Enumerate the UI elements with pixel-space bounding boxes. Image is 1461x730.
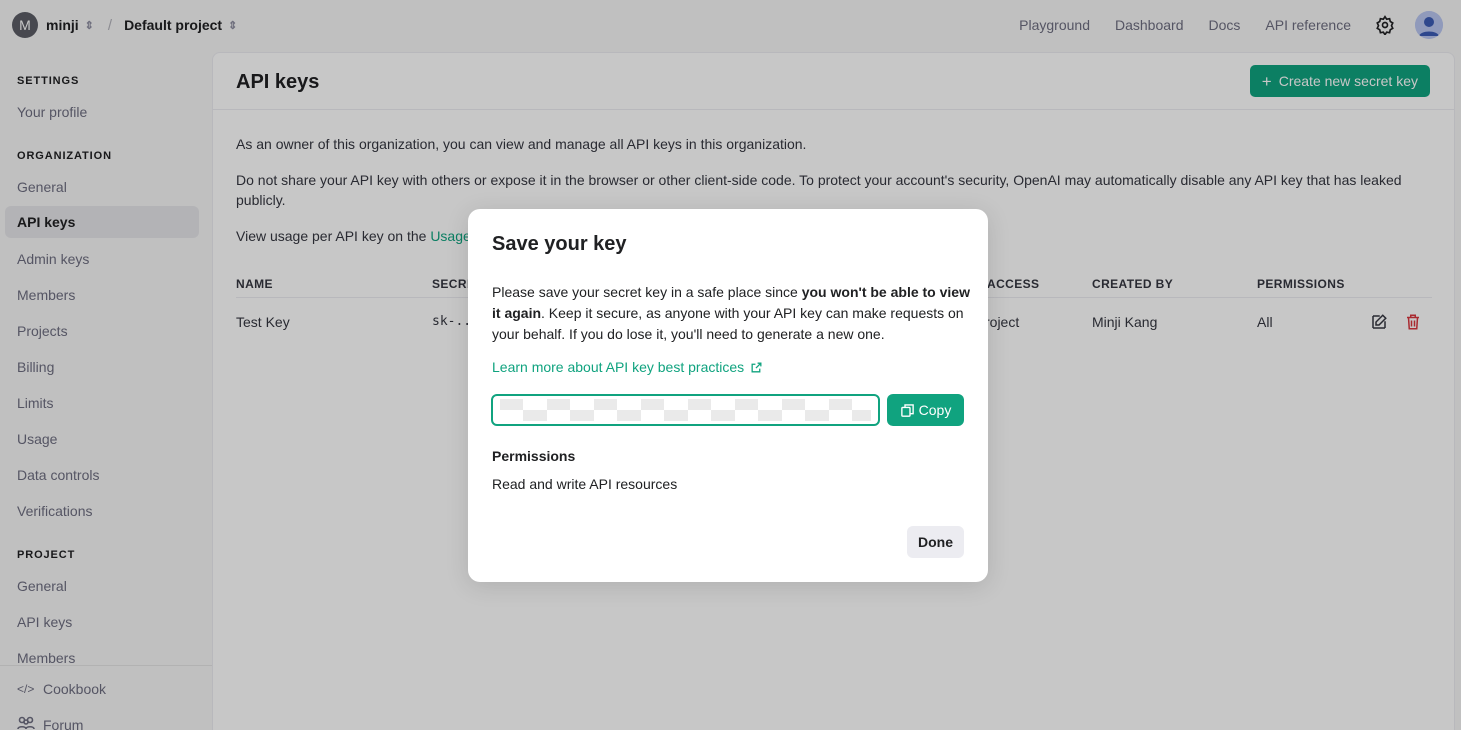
- copy-label: Copy: [918, 402, 952, 418]
- copy-icon: [900, 403, 914, 417]
- copy-button[interactable]: Copy: [887, 394, 964, 426]
- secret-key-redacted: [500, 399, 871, 421]
- done-button[interactable]: Done: [907, 526, 964, 558]
- dialog-description: Please save your secret key in a safe pl…: [492, 282, 972, 345]
- dialog-text-part2: . Keep it secure, as anyone with your AP…: [492, 305, 964, 342]
- dialog-title: Save your key: [492, 233, 627, 255]
- dialog-text-part1: Please save your secret key in a safe pl…: [492, 284, 802, 300]
- external-link-icon: [751, 362, 762, 372]
- best-practices-label: Learn more about API key best practices: [492, 359, 745, 375]
- permissions-value: Read and write API resources: [492, 476, 678, 492]
- permissions-label: Permissions: [492, 448, 576, 464]
- best-practices-link[interactable]: Learn more about API key best practices: [492, 359, 763, 375]
- save-key-dialog: Save your key Please save your secret ke…: [468, 209, 988, 582]
- secret-key-field[interactable]: [491, 394, 880, 426]
